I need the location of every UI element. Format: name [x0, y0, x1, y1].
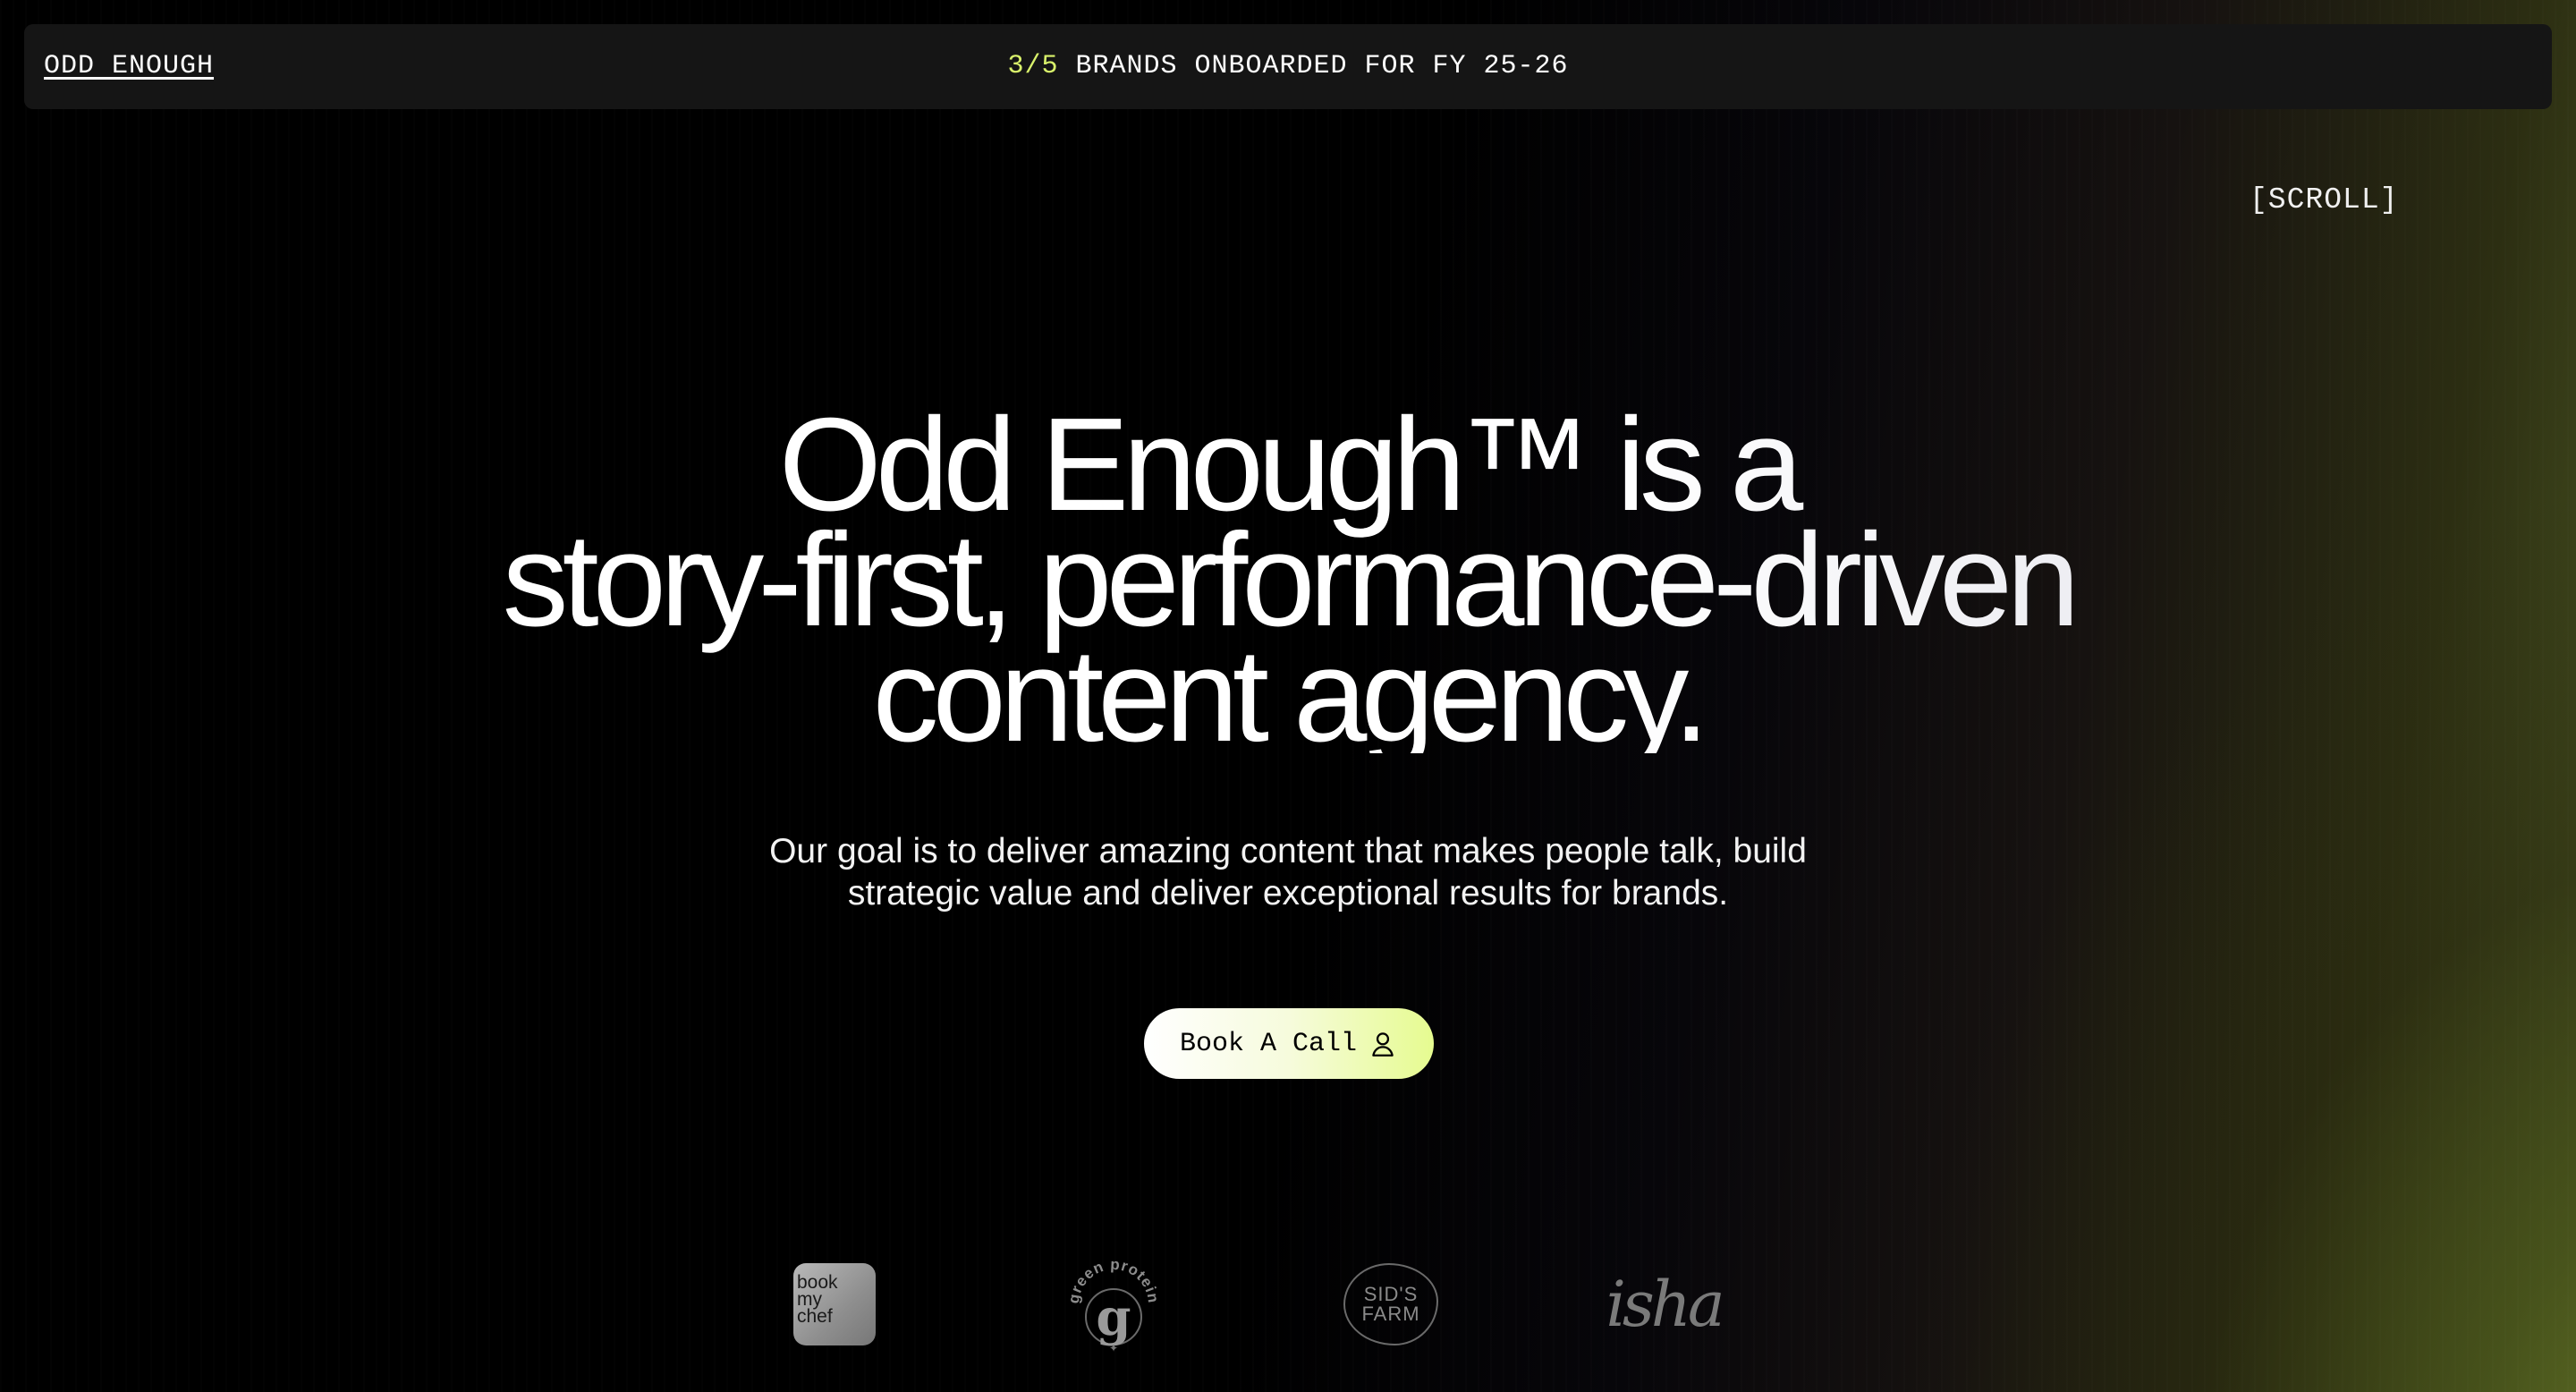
isha-logo: isha — [1606, 1267, 1724, 1341]
onboarding-count: 3/5 — [1007, 51, 1059, 81]
book-my-chef-line-2: my — [797, 1288, 822, 1310]
brand-logo-green-protein: green protein g ✦ — [1064, 1248, 1163, 1360]
subcopy-line-1: Our goal is to deliver amazing content t… — [769, 832, 1807, 870]
onboarding-ticker-text: BRANDS ONBOARDED FOR FY 25-26 — [1058, 51, 1569, 81]
book-a-call-label: Book A Call — [1179, 1028, 1358, 1059]
book-a-call-button[interactable]: Book A Call — [1144, 1008, 1434, 1079]
sids-farm-logo: SID'S FARM — [1343, 1262, 1438, 1345]
sids-farm-line-2: FARM — [1361, 1302, 1420, 1325]
hero-subcopy: Our goal is to deliver amazing content t… — [0, 830, 2576, 914]
subcopy-line-2: strategic value and deliver exceptional … — [847, 874, 1729, 912]
hero-headline: Odd Enough™ is a story-first, performanc… — [0, 407, 2576, 753]
book-my-chef-line-1: book — [797, 1271, 838, 1293]
sparkle-icon: ✦ — [1109, 1342, 1118, 1354]
book-my-chef-logo: book my chef — [793, 1262, 876, 1345]
brand-logos-row: book my chef green protein g ✦ SID'S FAR… — [0, 1248, 2576, 1360]
sids-farm-line-1: SID'S — [1363, 1282, 1419, 1305]
brand-logo-book-my-chef: book my chef — [793, 1248, 876, 1360]
onboarding-ticker: 3/5 BRANDS ONBOARDED FOR FY 25-26 — [24, 51, 2552, 81]
hero-section: Odd Enough™ is a story-first, performanc… — [0, 407, 2576, 753]
top-bar: ODD ENOUGH 3/5 BRANDS ONBOARDED FOR FY 2… — [24, 24, 2552, 109]
user-icon — [1372, 1031, 1394, 1057]
brand-logo-isha: isha — [1606, 1248, 1724, 1360]
scroll-hint: [SCROLL] — [2250, 183, 2399, 216]
green-protein-mark: g — [1096, 1288, 1131, 1347]
book-my-chef-line-3: chef — [797, 1305, 833, 1327]
green-protein-logo: green protein g ✦ — [1065, 1256, 1161, 1354]
brand-logo-sids-farm: SID'S FARM — [1342, 1248, 1440, 1360]
headline-line-3: content agency. — [872, 622, 1704, 769]
